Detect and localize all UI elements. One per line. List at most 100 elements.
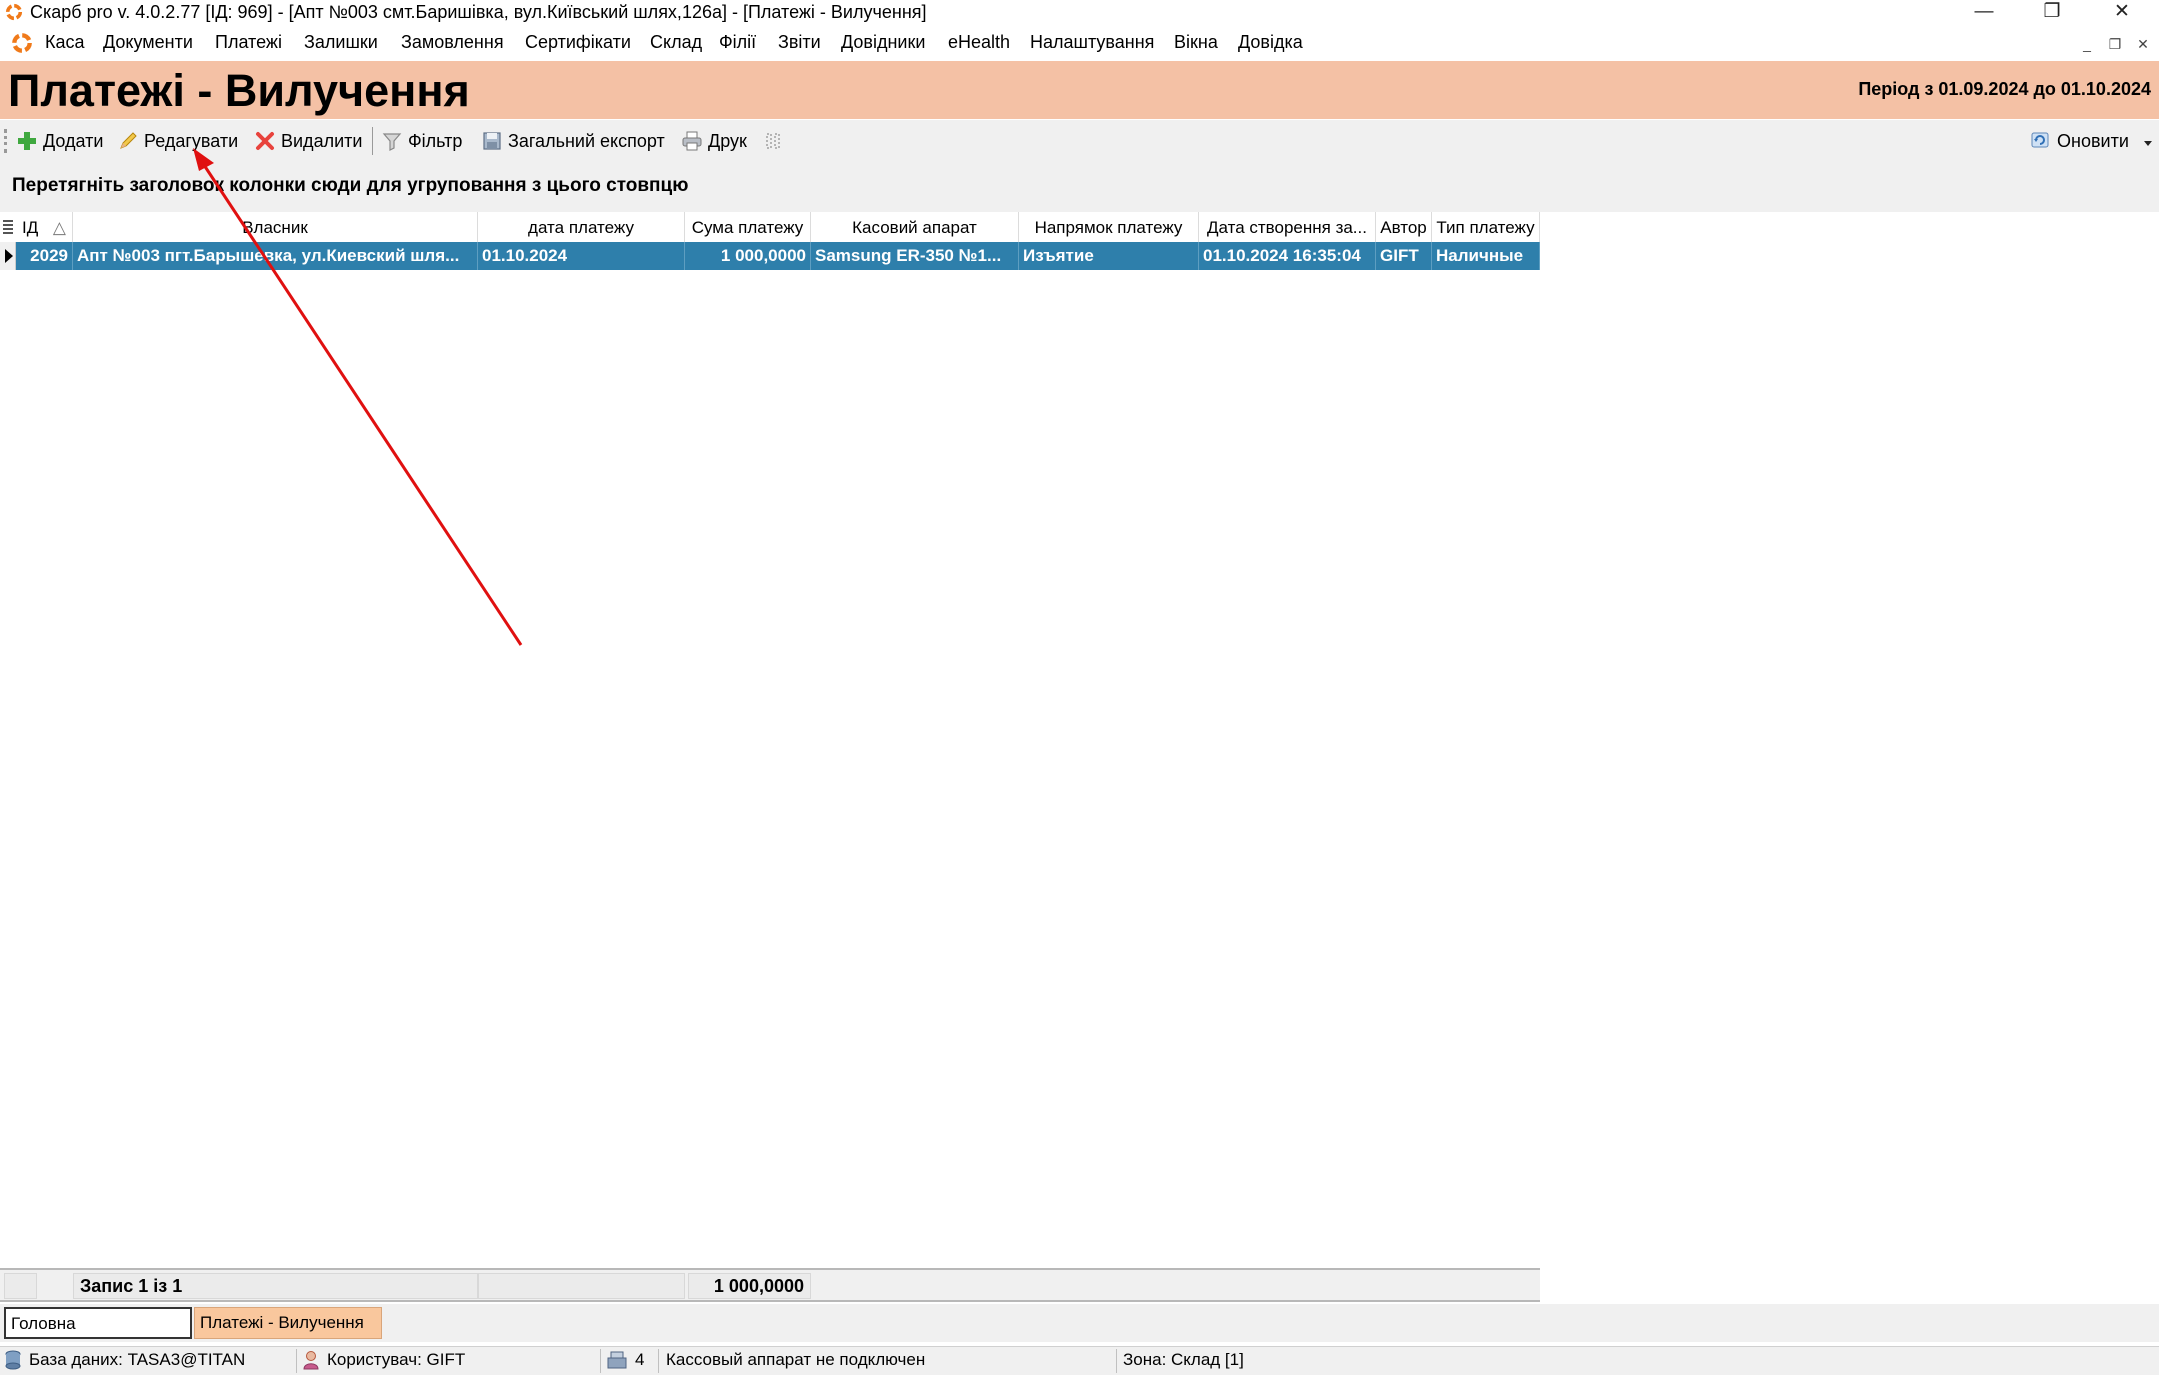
cell-payment-date[interactable]: 01.10.2024 (478, 242, 685, 270)
status-count-label: 4 (635, 1350, 645, 1369)
menu-item-zalyshky[interactable]: Залишки (304, 32, 378, 53)
menu-item-dovidka[interactable]: Довідка (1238, 32, 1303, 53)
refresh-dropdown-chevron-icon[interactable] (2143, 140, 2153, 148)
menu-item-filii[interactable]: Філії (719, 32, 756, 53)
status-separator (296, 1349, 297, 1373)
cell-owner[interactable]: Апт №003 пгт.Барышевка, ул.Киевский шля.… (73, 242, 478, 270)
menu-bar: Каса Документи Платежі Залишки Замовленн… (0, 28, 2159, 60)
menu-item-dovidnyky[interactable]: Довідники (841, 32, 925, 53)
menu-item-zamovlennia[interactable]: Замовлення (401, 32, 504, 53)
export-button[interactable]: Загальний експорт (481, 128, 665, 154)
status-user-label: Користувач: GIFT (327, 1350, 466, 1369)
menu-item-ehealth[interactable]: eHealth (948, 32, 1010, 53)
grid-header: ІД △ Власник дата платежу Сума платежу К… (0, 212, 1540, 243)
window-tabs: Головна Платежі - Вилучення (0, 1304, 2159, 1342)
filter-button[interactable]: Фільтр (381, 128, 462, 154)
minimize-button[interactable]: — (1954, 0, 2014, 26)
print-button[interactable]: Друк (681, 128, 747, 154)
page-title: Платежі - Вилучення (8, 65, 470, 116)
menu-item-nalashtuvannia[interactable]: Налаштування (1030, 32, 1154, 53)
group-by-panel[interactable]: Перетягніть заголовок колонки сюди для у… (0, 162, 2159, 212)
period-label: Період з 01.09.2024 до 01.10.2024 (1858, 79, 2151, 99)
column-header-created-date[interactable]: Дата створення за... (1199, 212, 1376, 242)
footer-record-count: Запис 1 із 1 (73, 1273, 478, 1299)
table-row[interactable]: 2029 Апт №003 пгт.Барышевка, ул.Киевский… (0, 242, 1540, 270)
add-button-label: Додати (43, 130, 104, 151)
column-header-author[interactable]: Автор (1376, 212, 1432, 242)
close-button[interactable]: ✕ (2092, 0, 2152, 26)
refresh-button-label: Оновити (2057, 130, 2129, 151)
database-icon (5, 1350, 21, 1370)
status-database: База даних: TASA3@TITAN (4, 1350, 245, 1370)
edit-button-label: Редагувати (144, 130, 239, 151)
status-cash-register-label: Кассовый аппарат не подключен (666, 1350, 926, 1369)
add-button[interactable]: Додати (16, 128, 103, 154)
column-customize-icon[interactable] (2, 219, 14, 235)
status-user: Користувач: GIFT (302, 1350, 465, 1370)
status-count: 4 (606, 1350, 644, 1370)
columns-icon (766, 133, 780, 149)
status-cash-register: Кассовый аппарат не подключен (666, 1350, 925, 1370)
menu-item-sklad[interactable]: Склад (650, 32, 702, 53)
delete-button[interactable]: Видалити (254, 128, 362, 154)
menu-item-sertyfikaty[interactable]: Сертифікати (525, 32, 631, 53)
page-header: Платежі - Вилучення Період з 01.09.2024 … (0, 61, 2159, 119)
toolbar-grip[interactable] (4, 129, 10, 153)
edit-button[interactable]: Редагувати (117, 128, 238, 154)
menu-item-zvity[interactable]: Звіти (778, 32, 821, 53)
filter-button-label: Фільтр (408, 130, 463, 151)
column-header-payment-sum[interactable]: Сума платежу (685, 212, 811, 242)
cell-id[interactable]: 2029 (16, 242, 73, 270)
status-bar: База даних: TASA3@TITAN Користувач: GIFT… (0, 1346, 2159, 1375)
printer-icon (682, 131, 702, 151)
grid-footer: Запис 1 із 1 1 000,0000 (0, 1268, 1540, 1302)
row-indicator-arrow-icon (0, 242, 16, 270)
cell-payment-sum[interactable]: 1 000,0000 (685, 242, 811, 270)
status-separator (658, 1349, 659, 1373)
mdi-minimize-button[interactable]: _ (2076, 36, 2098, 54)
cell-cash-register[interactable]: Samsung ER-350 №1... (811, 242, 1019, 270)
status-zone-label: Зона: Склад [1] (1123, 1350, 1244, 1369)
restore-button[interactable]: ❐ (2022, 0, 2082, 26)
mdi-close-button[interactable]: ✕ (2132, 36, 2154, 54)
plus-icon (18, 132, 36, 150)
column-header-payment-type[interactable]: Тип платежу (1432, 212, 1540, 242)
status-separator (1116, 1349, 1117, 1373)
column-header-owner[interactable]: Власник (73, 212, 478, 242)
column-header-payment-date[interactable]: дата платежу (478, 212, 685, 242)
status-database-label: База даних: TASA3@TITAN (29, 1350, 246, 1369)
menu-item-vikna[interactable]: Вікна (1174, 32, 1218, 53)
sort-ascending-icon: △ (52, 218, 66, 237)
cell-author[interactable]: GIFT (1376, 242, 1432, 270)
column-header-payment-direction[interactable]: Напрямок платежу (1019, 212, 1199, 242)
app-logo-icon (5, 3, 23, 21)
tab-platezhi-vyluchennia[interactable]: Платежі - Вилучення (194, 1307, 382, 1339)
app-menu-logo-icon[interactable] (11, 32, 33, 54)
menu-item-kasa[interactable]: Каса (45, 32, 85, 53)
tab-golovna[interactable]: Головна (4, 1307, 192, 1339)
column-header-id-label: ІД (22, 218, 39, 237)
delete-x-icon (256, 132, 274, 150)
status-separator (600, 1349, 601, 1373)
menu-item-platezhi[interactable]: Платежі (215, 32, 282, 53)
window-titlebar: Скарб pro v. 4.0.2.77 [ІД: 969] - [Апт №… (0, 0, 2159, 26)
group-by-hint: Перетягніть заголовок колонки сюди для у… (12, 175, 689, 196)
pencil-icon (120, 132, 137, 149)
refresh-icon (2031, 132, 2049, 148)
export-disk-icon (483, 132, 501, 150)
export-button-label: Загальний експорт (508, 130, 665, 151)
column-chooser-button[interactable] (763, 128, 785, 154)
column-header-cash-register[interactable]: Касовий апарат (811, 212, 1019, 242)
cell-payment-direction[interactable]: Изъятие (1019, 242, 1199, 270)
mdi-restore-button[interactable]: ❐ (2104, 36, 2126, 54)
footer-spacer-cell (4, 1273, 37, 1299)
print-button-label: Друк (708, 130, 747, 151)
column-header-id[interactable]: ІД △ (16, 212, 73, 242)
cell-payment-type[interactable]: Наличные (1432, 242, 1540, 270)
menu-item-dokumenty[interactable]: Документи (103, 32, 193, 53)
funnel-icon (382, 133, 402, 151)
toolbar: Додати Редагувати Видалити Фільтр Загаль… (0, 120, 2159, 162)
cell-created-date[interactable]: 01.10.2024 16:35:04 (1199, 242, 1376, 270)
cash-register-icon (607, 1351, 627, 1369)
refresh-button[interactable]: Оновити (2030, 128, 2129, 154)
